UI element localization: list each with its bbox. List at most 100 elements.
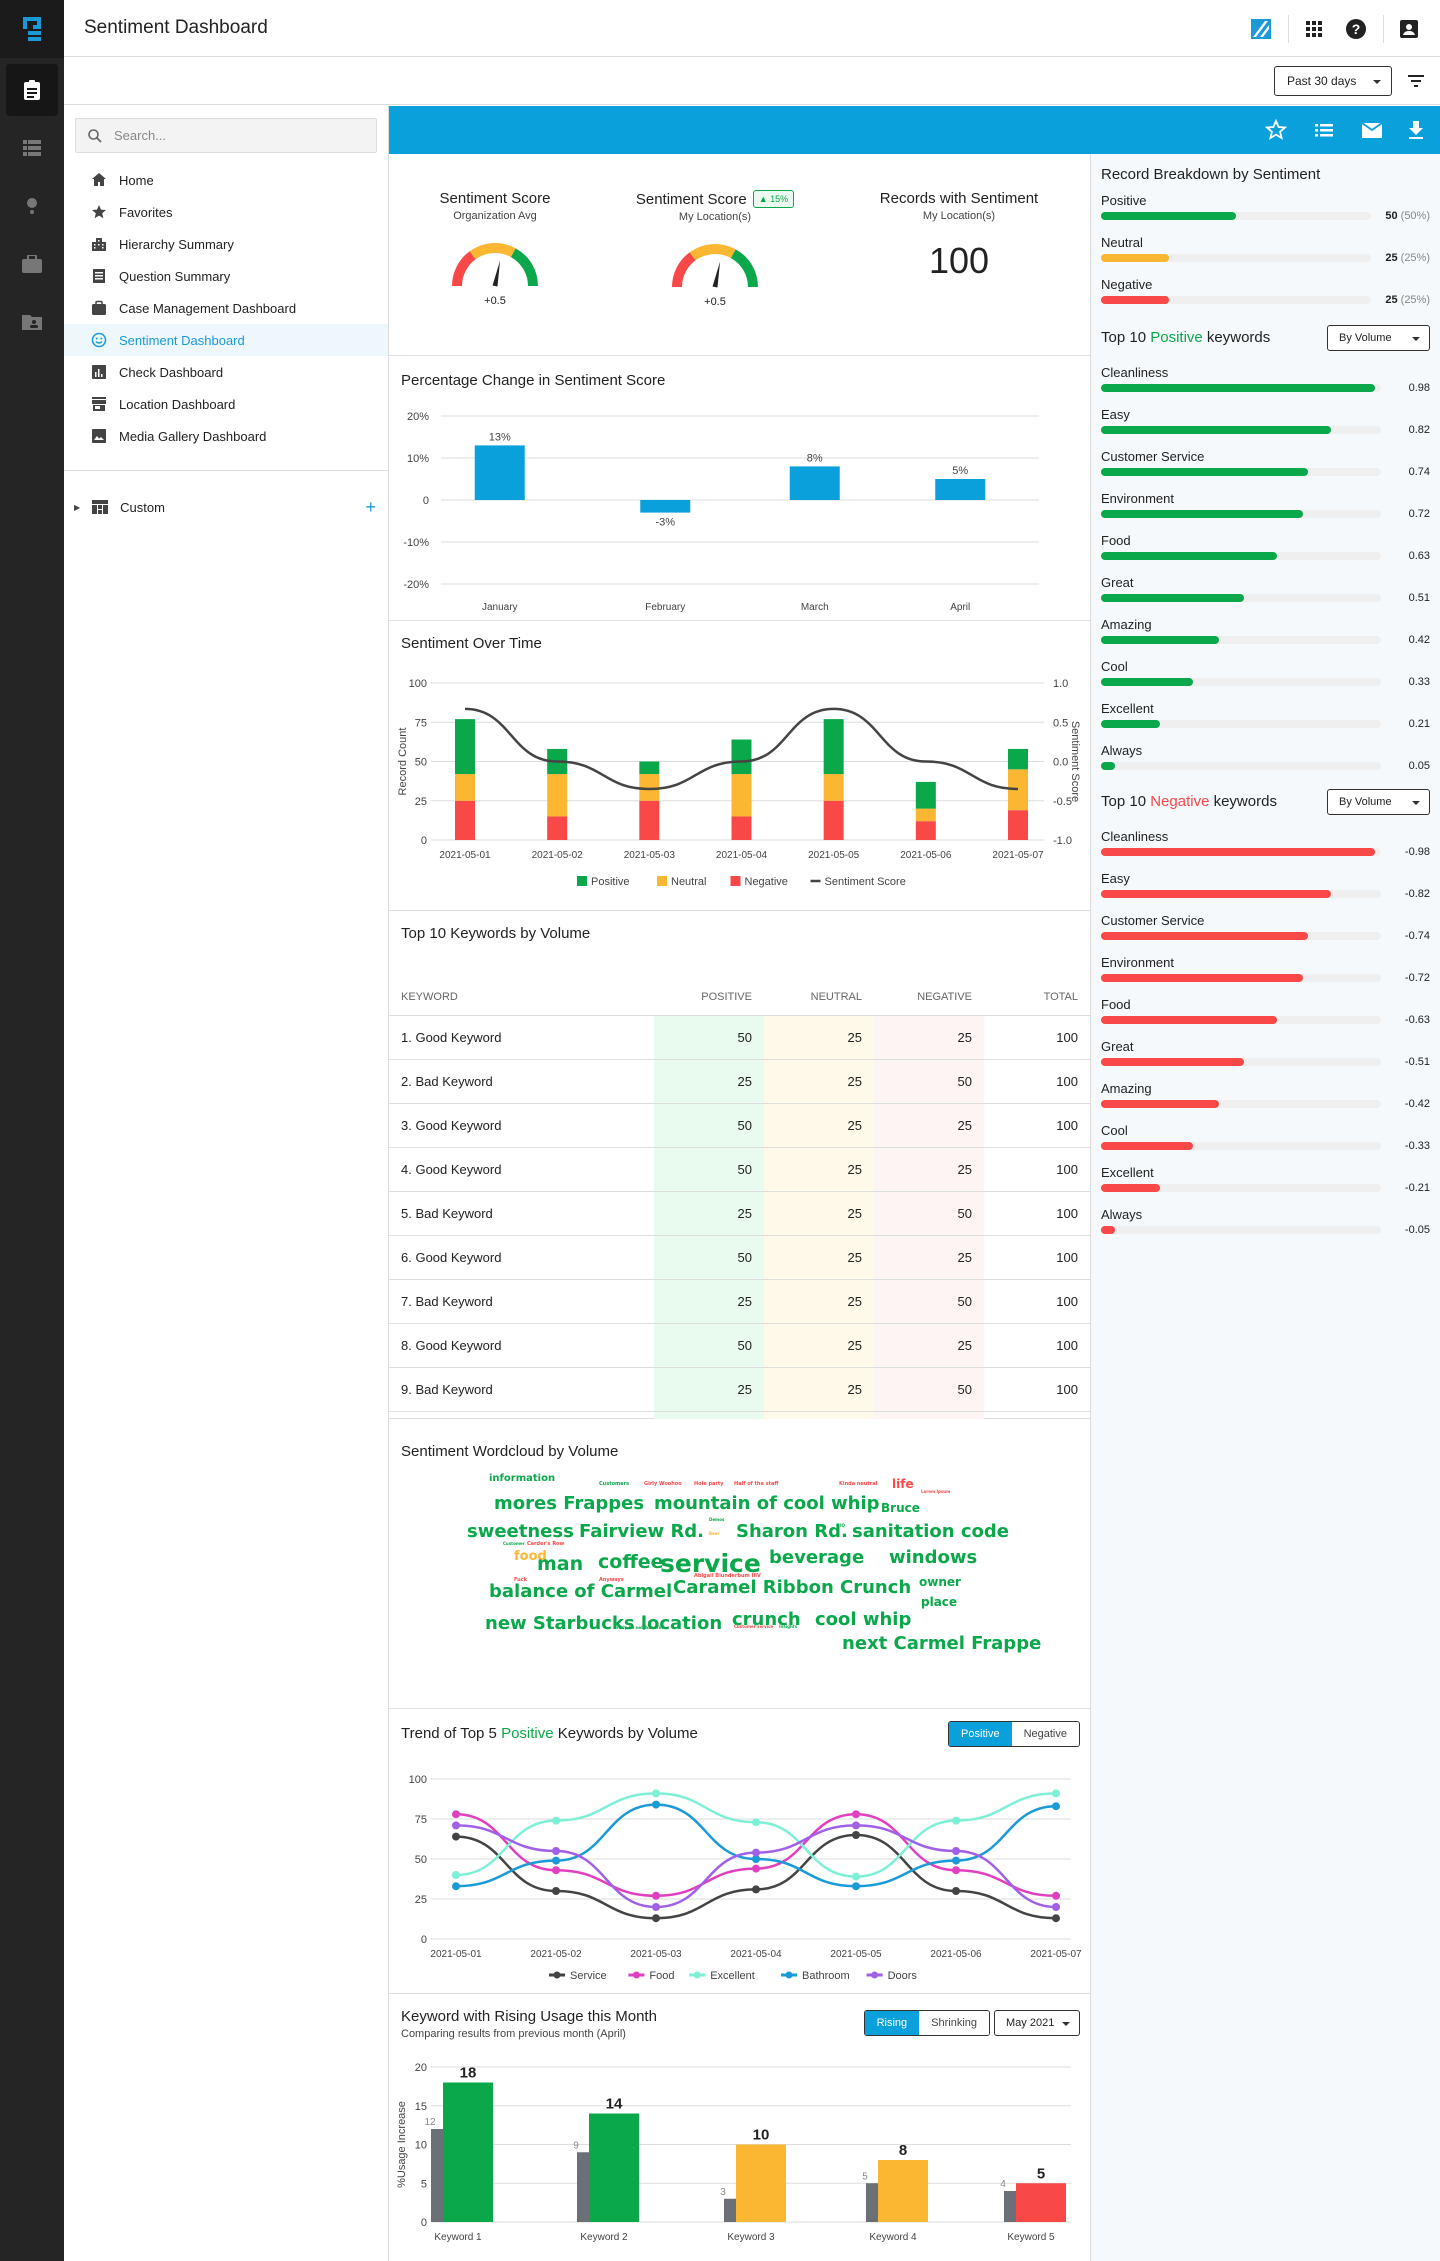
bar-track [1101, 1184, 1381, 1192]
wordcloud-word[interactable]: new Starbucks location [485, 1613, 722, 1634]
add-custom-button[interactable]: + [365, 497, 376, 518]
wordcloud-word[interactable]: coffee [598, 1551, 663, 1573]
neutral-cell: 25 [764, 1058, 874, 1103]
keyword-bar-row: Cool -0.33 [1091, 1115, 1440, 1157]
bar-negative [731, 816, 752, 840]
wordcloud-word[interactable]: IQ [840, 1523, 845, 1528]
wordcloud-word[interactable]: information [489, 1473, 555, 1484]
bar-track [1101, 1226, 1381, 1234]
wordcloud-word[interactable]: Customer [503, 1541, 525, 1546]
sidebar-item-location-dashboard[interactable]: Location Dashboard [64, 388, 388, 420]
help-button[interactable]: ? [1339, 12, 1373, 46]
wordcloud-word[interactable]: Girly Woohoo [644, 1481, 682, 1487]
wordcloud-word[interactable]: Lorem Ipsum [921, 1489, 950, 1494]
wordcloud-word[interactable]: mores Frappes [494, 1493, 644, 1514]
wordcloud-word[interactable]: balance of Carmel [489, 1581, 672, 1602]
top-bar: Sentiment Dashboard ? [64, 0, 1440, 57]
legend-label: Bathroom [802, 1970, 850, 1982]
wordcloud-word[interactable]: Demos [709, 1517, 724, 1522]
wordcloud-word[interactable]: Sharon Rd. [736, 1521, 848, 1542]
brand-button[interactable] [1244, 12, 1278, 46]
table-row[interactable]: 6. Good Keyword 50 25 25 100 [389, 1234, 1090, 1279]
x-tick-label: 2021-05-07 [1030, 1949, 1082, 1960]
bar-value: 0.42 [1408, 634, 1430, 646]
expand-arrow-icon[interactable]: ▶ [74, 503, 80, 512]
keyword-bar-row: Cleanliness -0.98 [1091, 821, 1440, 863]
rail-list[interactable] [6, 122, 58, 174]
legend-label: Excellent [710, 1970, 755, 1982]
date-range-select[interactable]: Past 30 days [1274, 66, 1392, 96]
table-row[interactable]: 9. Bad Keyword 25 25 50 100 [389, 1366, 1090, 1411]
sidebar-item-favorites[interactable]: Favorites [64, 196, 388, 228]
sidebar-item-custom[interactable]: ▶ Custom + [64, 491, 388, 523]
sidebar-item-question-summary[interactable]: Question Summary [64, 260, 388, 292]
sidebar-item-case-management-dashboard[interactable]: Case Management Dashboard [64, 292, 388, 324]
wordcloud-word[interactable]: Caramel Ribbon Crunch [673, 1577, 911, 1598]
series-line-bathroom [455, 1803, 1057, 1888]
keyword-bar-row: Negative 25 (25%) [1091, 269, 1440, 311]
bar-fill [1101, 1100, 1219, 1108]
rail-lightbulb[interactable] [6, 180, 58, 232]
bar-positive [915, 781, 936, 809]
wordcloud-word[interactable]: next Carmel Frappe [842, 1633, 1041, 1654]
app-logo[interactable] [0, 0, 64, 58]
sidebar-item-media-gallery-dashboard[interactable]: Media Gallery Dashboard [64, 420, 388, 452]
top-positive-list: Cleanliness 0.98 Easy 0.82 Customer Service 0… [1091, 357, 1440, 777]
wordcloud-word[interactable]: windows [889, 1547, 977, 1568]
table-row[interactable]: 7. Bad Keyword 25 25 50 100 [389, 1278, 1090, 1323]
wordcloud-word[interactable]: Customer service [734, 1624, 773, 1629]
wordcloud-word[interactable]: Carder's Row [527, 1541, 564, 1547]
wordcloud-word[interactable]: mountain of cool whip [654, 1493, 880, 1514]
keyword-bar-row: Customer Service -0.74 [1091, 905, 1440, 947]
sidebar-item-hierarchy-summary[interactable]: Hierarchy Summary [64, 228, 388, 260]
wordcloud-word[interactable]: Half of the staff [734, 1481, 778, 1487]
rail-clipboard[interactable] [6, 64, 58, 116]
divider [1288, 15, 1289, 43]
sidebar-item-sentiment-dashboard[interactable]: Sentiment Dashboard [64, 324, 388, 356]
wordcloud-word[interactable]: Fairview Rd. [579, 1521, 704, 1542]
negative-sort-select[interactable]: By Volume [1327, 789, 1430, 815]
bar-fill [1101, 594, 1244, 602]
wordcloud-word[interactable]: sweetness [467, 1521, 574, 1542]
wordcloud-word[interactable]: cool whip [815, 1609, 911, 1630]
download-button[interactable] [1404, 118, 1428, 142]
wordcloud-word[interactable]: life [892, 1477, 914, 1491]
bar-track [1101, 1058, 1381, 1066]
wordcloud-word[interactable]: Kinda neutral [839, 1481, 877, 1487]
email-button[interactable] [1360, 118, 1384, 142]
search-input[interactable]: Search... [75, 118, 377, 153]
change-badge: ▲ 15% [752, 190, 795, 208]
x-tick-label: Keyword 1 [434, 2232, 482, 2243]
list-view-button[interactable] [1312, 118, 1336, 142]
wordcloud-word[interactable]: place [921, 1595, 957, 1609]
wordcloud-word[interactable]: Beer [709, 1531, 719, 1536]
table-row[interactable]: 8. Good Keyword 50 25 25 100 [389, 1322, 1090, 1367]
legend-swatch [730, 876, 741, 886]
account-button[interactable] [1392, 12, 1426, 46]
favorite-button[interactable] [1264, 118, 1288, 142]
apps-button[interactable] [1297, 12, 1331, 46]
wordcloud-word[interactable]: Bruce [881, 1501, 920, 1515]
wordcloud-word[interactable]: Hole party [694, 1481, 724, 1487]
positive-sort-select[interactable]: By Volume [1327, 325, 1430, 351]
wordcloud-word[interactable]: Customers [599, 1481, 629, 1487]
filter-button[interactable] [1406, 71, 1426, 91]
sidebar-item-check-dashboard[interactable]: Check Dashboard [64, 356, 388, 388]
rail-briefcase[interactable] [6, 238, 58, 290]
wordcloud-word[interactable]: man [537, 1553, 583, 1575]
wordcloud-word[interactable]: owner [919, 1575, 961, 1589]
bar-previous [577, 2152, 589, 2222]
sidebar-item-home[interactable]: Home [64, 164, 388, 196]
table-row[interactable]: 5. Bad Keyword 25 25 50 100 [389, 1190, 1090, 1235]
wordcloud-word[interactable]: beverage [769, 1547, 864, 1568]
negative-cell: 25 [874, 1322, 984, 1367]
table-row[interactable]: 3. Good Keyword 50 25 25 100 [389, 1102, 1090, 1147]
wordcloud-word[interactable]: Insights [779, 1624, 797, 1629]
wordcloud-word[interactable]: sanitation code [852, 1521, 1009, 1542]
wordcloud-word[interactable]: Hidy ho neighbourino [617, 1625, 666, 1630]
gauge-negative-arc [452, 251, 476, 287]
table-row[interactable]: 4. Good Keyword 50 25 25 100 [389, 1146, 1090, 1191]
rail-contacts[interactable] [6, 296, 58, 348]
table-row[interactable]: 2. Bad Keyword 25 25 50 100 [389, 1058, 1090, 1103]
table-row[interactable]: 1. Good Keyword 50 25 25 100 [389, 1014, 1090, 1059]
